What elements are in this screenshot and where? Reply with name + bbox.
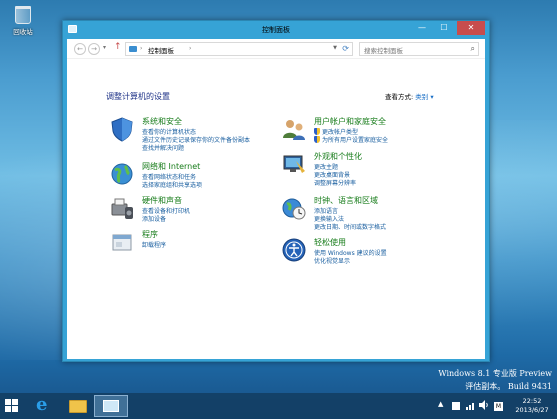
category-link[interactable]: 优化视觉显示 <box>314 256 350 265</box>
category-link[interactable]: 调整屏幕分辨率 <box>314 178 356 187</box>
category-title[interactable]: 硬件和声音 <box>142 195 182 206</box>
recent-locations-button[interactable]: ▾ <box>103 44 106 51</box>
category-title[interactable]: 轻松使用 <box>314 237 346 248</box>
category-link[interactable]: 查找并解决问题 <box>142 143 184 152</box>
title-bar[interactable]: 控制面板 — ☐ ✕ <box>63 21 489 39</box>
back-button[interactable]: ← <box>74 43 86 55</box>
breadcrumb-control-panel[interactable]: 控制面板 <box>148 45 174 55</box>
recycle-bin[interactable]: 回收站 <box>5 6 41 36</box>
search-placeholder: 搜索控制面板 <box>364 47 403 55</box>
appearance-icon[interactable] <box>281 151 307 177</box>
breadcrumb-chevron-icon[interactable]: › <box>140 45 142 52</box>
page-title: 调整计算机的设置 <box>106 92 170 101</box>
shield-icon <box>314 128 320 135</box>
taskbar-file-explorer[interactable] <box>64 395 94 417</box>
folder-icon <box>69 400 87 413</box>
view-by-dropdown[interactable]: 类别 ▾ <box>415 93 433 101</box>
show-hidden-icons-button[interactable]: ▲ <box>438 400 443 408</box>
window-content: ← → ▾ ↑ › 控制面板 › ▼ ⟳ 搜索控制面板 ⌕ 调整计算机的设置 查… <box>67 39 485 359</box>
view-by: 查看方式: 类别 ▾ <box>385 91 434 101</box>
network-icon[interactable] <box>466 400 476 410</box>
category-title[interactable]: 时钟、语言和区域 <box>314 195 378 206</box>
search-icon[interactable]: ⌕ <box>471 44 475 54</box>
clock-time: 22:52 <box>522 397 542 405</box>
programs-icon[interactable] <box>109 229 135 255</box>
maximize-button[interactable]: ☐ <box>433 21 455 35</box>
refresh-icon[interactable]: ⟳ <box>342 44 349 53</box>
clock-region-icon[interactable] <box>281 195 307 221</box>
category-title[interactable]: 外观和个性化 <box>314 151 362 162</box>
watermark-build: 评估副本。 Build 9431 <box>465 382 552 391</box>
category-link[interactable]: 选择家庭组和共享选项 <box>142 180 202 189</box>
control-panel-window: 控制面板 — ☐ ✕ ← → ▾ ↑ › 控制面板 › ▼ ⟳ 搜索控制面板 ⌕… <box>62 20 490 362</box>
clock-date: 2013/6/27 <box>515 406 549 414</box>
recycle-bin-icon <box>15 6 31 24</box>
view-by-label: 查看方式: <box>385 93 414 101</box>
category-title[interactable]: 用户帐户和家庭安全 <box>314 116 386 127</box>
category-title[interactable]: 系统和安全 <box>142 116 182 127</box>
start-button[interactable] <box>5 399 19 413</box>
navigation-bar: ← → ▾ ↑ › 控制面板 › ▼ ⟳ 搜索控制面板 ⌕ <box>67 39 485 59</box>
shield-icon <box>314 136 320 143</box>
taskbar-control-panel[interactable] <box>94 395 128 417</box>
breadcrumb-chevron-icon[interactable]: › <box>189 45 191 52</box>
internet-explorer-icon: e <box>36 394 48 415</box>
hardware-sound-icon[interactable] <box>109 195 135 221</box>
input-method-indicator[interactable]: M <box>494 402 503 411</box>
minimize-button[interactable]: — <box>411 21 433 35</box>
ease-of-access-icon[interactable] <box>281 237 307 263</box>
category-title[interactable]: 程序 <box>142 229 158 240</box>
system-clock[interactable]: 22:52 2013/6/27 <box>511 397 553 415</box>
windows-watermark: Windows 8.1 专业版 Preview 评估副本。 Build 9431 <box>410 367 552 393</box>
recycle-bin-label: 回收站 <box>13 28 33 36</box>
control-panel-icon <box>103 400 119 412</box>
close-button[interactable]: ✕ <box>457 21 485 35</box>
user-accounts-icon[interactable] <box>281 116 307 142</box>
watermark-edition: Windows 8.1 专业版 Preview <box>438 369 552 378</box>
taskbar: e ▲ M 22:52 2013/6/27 <box>0 393 557 419</box>
search-input[interactable]: 搜索控制面板 ⌕ <box>359 42 479 56</box>
taskbar-internet-explorer[interactable]: e <box>30 394 60 417</box>
address-bar[interactable]: › 控制面板 › ▼ ⟳ <box>125 42 353 56</box>
category-link[interactable]: 更改日期、时间或数字格式 <box>314 222 386 231</box>
windows-logo-icon <box>5 399 11 405</box>
address-dropdown-icon[interactable]: ▼ <box>333 45 337 51</box>
up-button[interactable]: ↑ <box>114 42 122 52</box>
forward-button[interactable]: → <box>88 43 100 55</box>
action-center-flag-icon[interactable] <box>452 402 460 410</box>
category-link[interactable]: 为所有用户设置家庭安全 <box>314 135 388 144</box>
category-title[interactable]: 网络和 Internet <box>142 161 200 172</box>
volume-icon[interactable] <box>479 400 489 410</box>
category-link[interactable]: 卸载程序 <box>142 240 166 249</box>
network-internet-icon[interactable] <box>109 161 135 187</box>
system-security-icon[interactable] <box>109 116 135 142</box>
category-link[interactable]: 添加设备 <box>142 214 166 223</box>
control-panel-icon <box>129 46 137 52</box>
